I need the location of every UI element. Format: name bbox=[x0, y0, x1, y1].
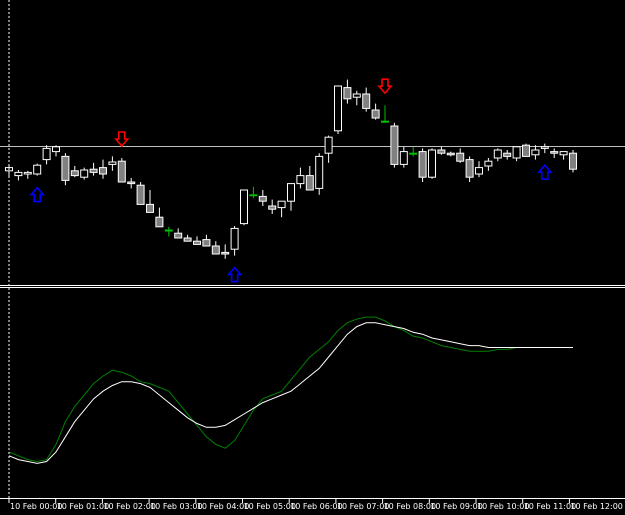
bear-candle-body bbox=[164, 229, 173, 232]
candle[interactable] bbox=[61, 153, 70, 186]
bull-candle-body bbox=[33, 164, 42, 175]
bear-candle-body bbox=[70, 170, 79, 177]
bull-candle-body bbox=[80, 169, 89, 178]
bear-candle-body bbox=[371, 109, 380, 119]
bear-candle-body bbox=[465, 159, 474, 178]
bear-candle-body bbox=[211, 245, 220, 255]
bear-candle-body bbox=[61, 155, 70, 181]
bear-candle-body bbox=[89, 168, 98, 173]
candle[interactable] bbox=[418, 148, 427, 182]
bull-candle-body bbox=[296, 175, 305, 185]
candle[interactable] bbox=[240, 189, 248, 226]
time-tick-label: 10 Feb 04:00 bbox=[197, 502, 249, 511]
bull-candle-body bbox=[493, 149, 502, 159]
bear-candle-body bbox=[117, 160, 126, 183]
bull-candle-body bbox=[240, 189, 248, 225]
candle[interactable] bbox=[117, 158, 126, 183]
bull-candle-body bbox=[230, 227, 239, 250]
time-tick-label: 10 Feb 01:00 bbox=[57, 502, 109, 511]
bear-candle-body bbox=[503, 152, 512, 157]
bear-candle-body bbox=[569, 152, 577, 170]
bear-candle-body bbox=[99, 167, 107, 175]
bull-candle-body bbox=[540, 146, 549, 149]
time-tick-label: 10 Feb 12:00 bbox=[570, 502, 622, 511]
bear-candle-body bbox=[343, 87, 352, 100]
bear-candle-body bbox=[550, 151, 559, 154]
time-tick-label: 10 Feb 03:00 bbox=[150, 502, 202, 511]
bull-candle-body bbox=[108, 161, 117, 165]
candle[interactable] bbox=[569, 150, 577, 173]
bear-candle-body bbox=[390, 125, 399, 165]
bear-candle-body bbox=[174, 232, 183, 239]
bear-candle-body bbox=[456, 152, 465, 162]
candle[interactable] bbox=[136, 182, 145, 205]
candle[interactable] bbox=[334, 85, 342, 134]
bear-candle-body bbox=[362, 93, 371, 109]
candle[interactable] bbox=[390, 122, 399, 168]
bear-candle-body bbox=[522, 144, 530, 157]
bull-candle-body bbox=[52, 146, 60, 153]
bull-candle-body bbox=[531, 149, 540, 156]
bull-candle-body bbox=[315, 155, 324, 189]
bear-candle-body bbox=[446, 152, 455, 156]
candle[interactable] bbox=[522, 143, 530, 157]
bear-candle-body bbox=[136, 184, 145, 205]
time-tick-label: 10 Feb 02:00 bbox=[103, 502, 155, 511]
time-tick-label: 10 Feb 08:00 bbox=[384, 502, 436, 511]
bear-candle-body bbox=[249, 194, 258, 197]
time-tick-label: 10 Feb 05:00 bbox=[244, 502, 296, 511]
bear-candle-body bbox=[193, 240, 201, 245]
time-tick-label: 10 Feb 11:00 bbox=[524, 502, 576, 511]
bull-candle-body bbox=[287, 183, 295, 202]
bear-candle-body bbox=[418, 151, 427, 178]
candle[interactable] bbox=[33, 163, 42, 176]
candle[interactable] bbox=[315, 153, 324, 195]
chart-background bbox=[0, 0, 625, 515]
trading-chart[interactable]: 10 Feb 00:0010 Feb 01:0010 Feb 02:0010 F… bbox=[0, 0, 625, 515]
time-tick-label: 10 Feb 07:00 bbox=[337, 502, 389, 511]
bear-candle-body bbox=[409, 152, 418, 155]
bull-candle-body bbox=[42, 147, 51, 161]
bull-candle-body bbox=[334, 85, 342, 132]
bear-candle-body bbox=[183, 237, 192, 242]
bear-candle-body bbox=[381, 120, 389, 123]
bull-candle-body bbox=[324, 136, 333, 154]
time-tick-label: 10 Feb 09:00 bbox=[430, 502, 482, 511]
bear-candle-body bbox=[258, 195, 267, 202]
bear-candle-body bbox=[268, 205, 277, 210]
time-tick-label: 10 Feb 00:00 bbox=[10, 502, 62, 511]
bull-candle-body bbox=[475, 167, 483, 175]
bear-candle-body bbox=[202, 239, 211, 247]
bull-candle-body bbox=[277, 200, 286, 209]
bear-candle-body bbox=[437, 149, 446, 154]
candle[interactable] bbox=[428, 148, 436, 179]
bear-candle-body bbox=[127, 181, 136, 185]
bull-candle-body bbox=[352, 93, 361, 98]
bull-candle-body bbox=[399, 151, 408, 165]
bull-candle-body bbox=[559, 151, 568, 156]
time-tick-label: 10 Feb 06:00 bbox=[290, 502, 342, 511]
bull-candle-body bbox=[428, 149, 436, 178]
bear-candle-body bbox=[155, 216, 164, 228]
time-tick-label: 10 Feb 10:00 bbox=[477, 502, 529, 511]
bull-candle-body bbox=[512, 146, 521, 159]
bull-candle-body bbox=[23, 171, 32, 175]
bull-candle-body bbox=[484, 160, 493, 167]
bear-candle-body bbox=[221, 251, 230, 255]
bear-candle-body bbox=[305, 175, 314, 191]
bull-candle-body bbox=[14, 171, 23, 177]
bear-candle-body bbox=[146, 203, 154, 213]
